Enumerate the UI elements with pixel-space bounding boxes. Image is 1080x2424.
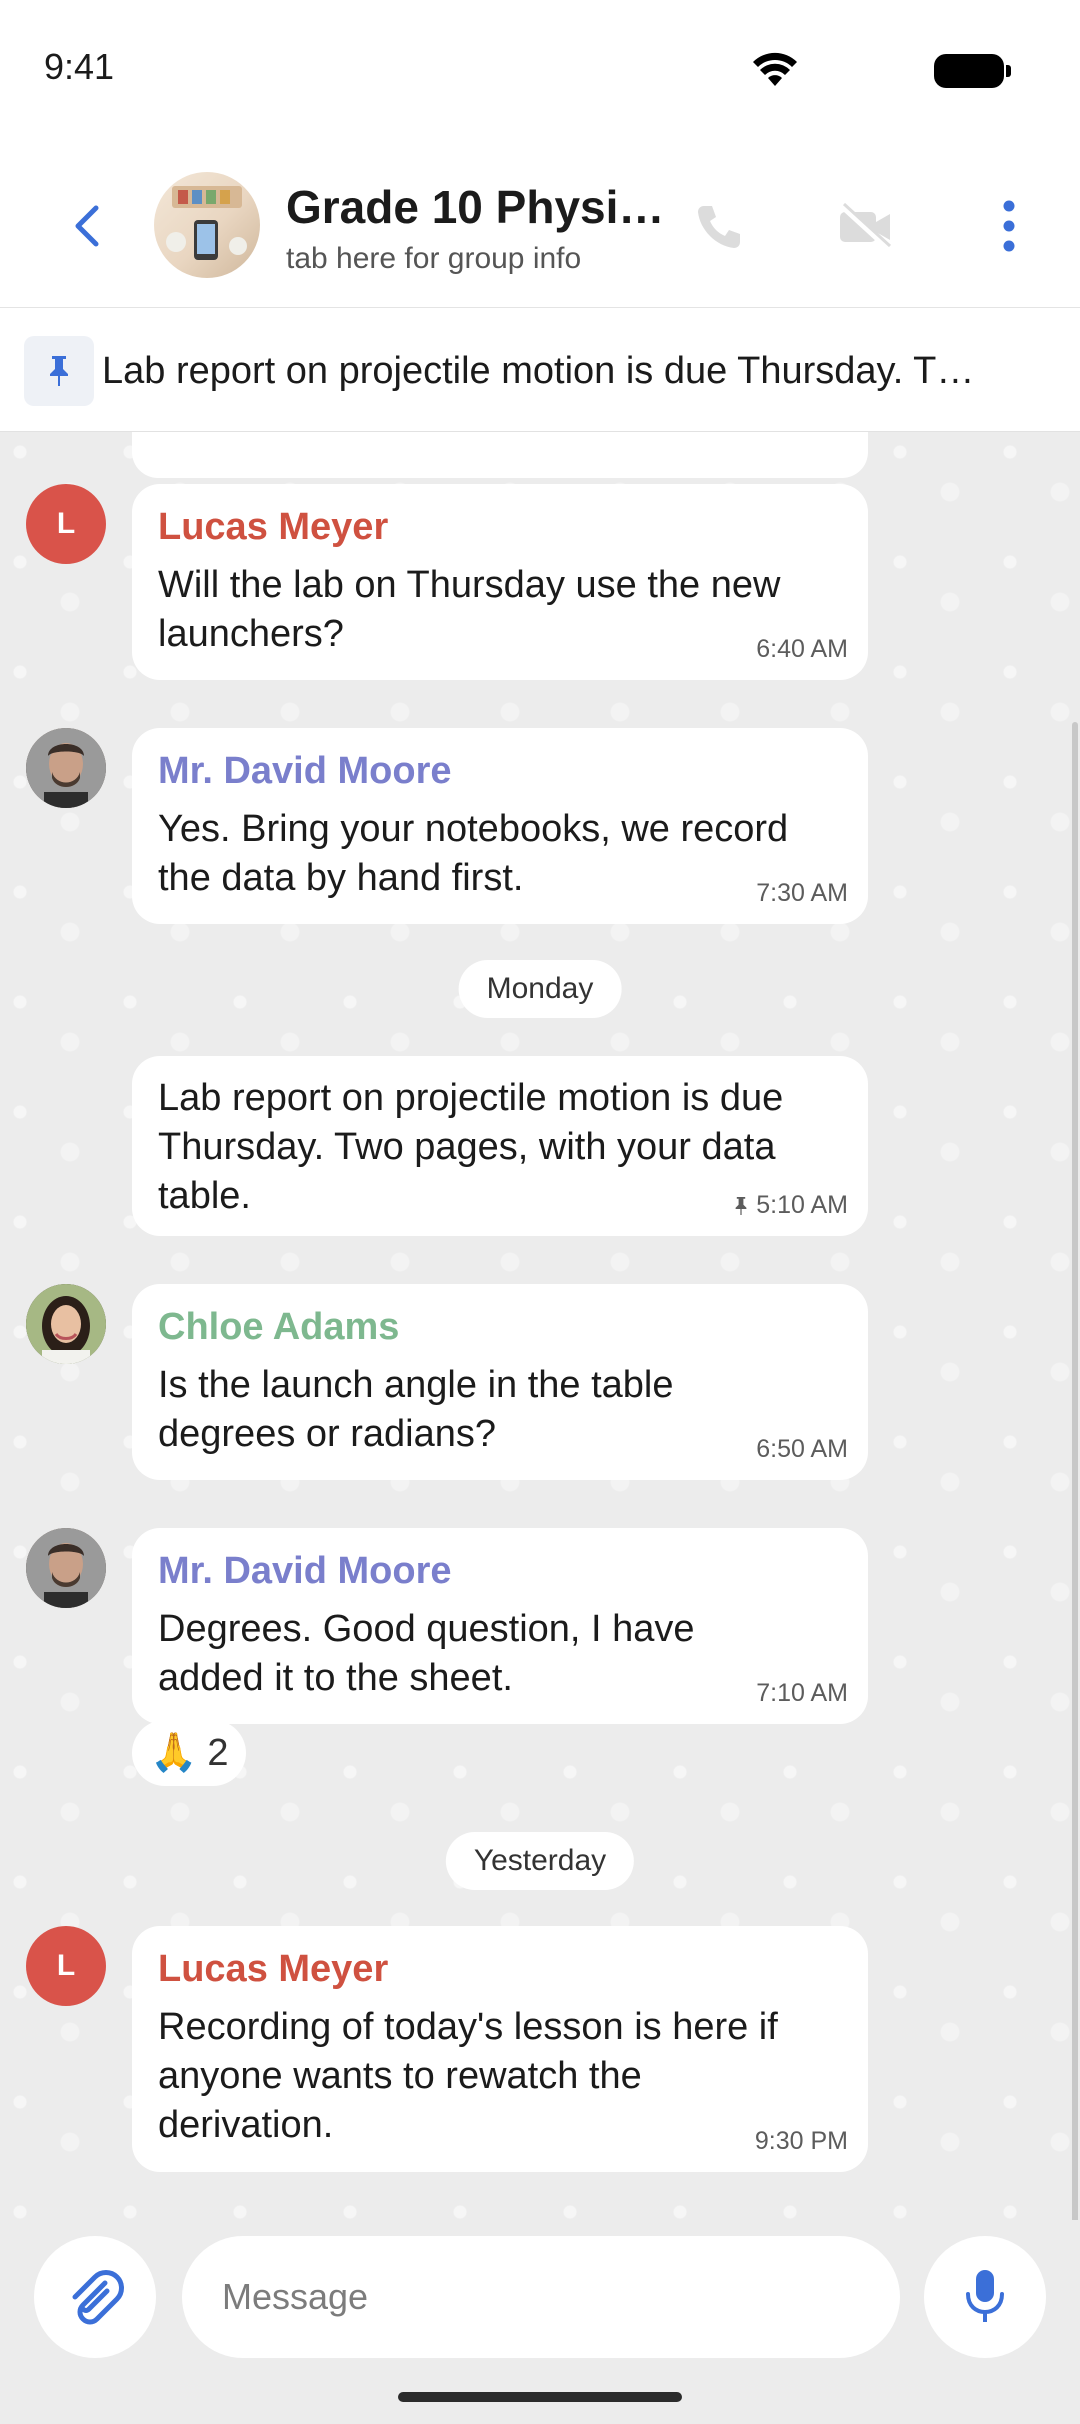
sender-name[interactable]: Mr. David Moore: [158, 1550, 842, 1593]
video-off-icon[interactable]: [836, 202, 894, 252]
avatar[interactable]: [26, 1284, 106, 1364]
scrollbar[interactable]: [1072, 722, 1078, 2220]
phone-icon[interactable]: [694, 202, 744, 252]
back-arrow-icon[interactable]: [60, 198, 116, 254]
status-bar: 9:41: [0, 0, 1080, 140]
reaction-chip[interactable]: 🙏 2: [132, 1720, 247, 1786]
sender-name[interactable]: Lucas Meyer: [158, 506, 842, 549]
time-text: 6:50 AM: [756, 1435, 848, 1463]
person-photo-icon: [26, 728, 106, 808]
group-subtitle[interactable]: tab here for group info: [286, 242, 581, 276]
chat-screen: 9:41 Grade 10 Physi… tab here for group …: [0, 0, 1080, 2424]
sender-name[interactable]: Chloe Adams: [158, 1306, 842, 1349]
message-text: Degrees. Good question, I have added it …: [158, 1608, 695, 1699]
message-bubble[interactable]: Lucas Meyer Will the lab on Thursday use…: [132, 484, 868, 680]
pinned-message-banner[interactable]: Lab report on projectile motion is due T…: [0, 308, 1080, 432]
home-indicator[interactable]: [398, 2392, 682, 2402]
message-text: Lab report on projectile motion is due T…: [158, 1077, 784, 1217]
reaction-count: 2: [207, 1731, 229, 1774]
message-time: 6:50 AM: [756, 1435, 848, 1464]
sender-name[interactable]: Mr. David Moore: [158, 750, 842, 793]
person-photo-icon: [26, 1284, 106, 1364]
avatar[interactable]: L: [26, 484, 106, 564]
paperclip-icon: [72, 2270, 124, 2325]
time-text: 9:30 PM: [754, 2127, 848, 2155]
previous-message-bubble[interactable]: [132, 432, 868, 478]
chat-header[interactable]: Grade 10 Physi… tab here for group info: [0, 140, 1080, 308]
group-avatar[interactable]: [154, 172, 260, 278]
date-separator: Monday: [458, 960, 622, 1018]
group-photo-icon: [166, 186, 247, 260]
time-text: 5:10 AM: [756, 1191, 848, 1219]
message-time: 7:10 AM: [756, 1679, 848, 1708]
time-text: 7:30 AM: [756, 879, 848, 907]
time-text: 6:40 AM: [756, 635, 848, 663]
person-photo-icon: [26, 1528, 106, 1608]
status-time: 9:41: [44, 46, 115, 87]
avatar[interactable]: L: [26, 1926, 106, 2006]
message-text: Yes. Bring your notebooks, we record the…: [158, 808, 789, 899]
chat-messages[interactable]: L Lucas Meyer Will the lab on Thursday u…: [0, 432, 1080, 2220]
battery-icon: [934, 54, 1011, 88]
avatar[interactable]: [26, 1528, 106, 1608]
message-text: Will the lab on Thursday use the new lau…: [158, 564, 781, 655]
message-time: 6:40 AM: [756, 635, 848, 664]
message-text: Recording of today's lesson is here if a…: [158, 2006, 778, 2146]
pin-icon: [50, 356, 68, 386]
message-time: 5:10 AM: [732, 1191, 848, 1220]
message-bubble[interactable]: Lab report on projectile motion is due T…: [132, 1056, 868, 1236]
time-text: 7:10 AM: [756, 1679, 848, 1707]
sender-name[interactable]: Lucas Meyer: [158, 1948, 842, 1991]
group-title[interactable]: Grade 10 Physi…: [286, 180, 666, 234]
avatar[interactable]: [26, 728, 106, 808]
message-bubble[interactable]: Mr. David Moore Degrees. Good question, …: [132, 1528, 868, 1724]
message-time: 9:30 PM: [755, 2127, 848, 2156]
reaction-emoji: 🙏: [150, 1732, 198, 1774]
wifi-icon: [753, 52, 797, 86]
date-separator: Yesterday: [445, 1832, 635, 1890]
message-time: 7:30 AM: [756, 879, 848, 908]
message-input[interactable]: [182, 2236, 900, 2358]
message-text: Is the launch angle in the table degrees…: [158, 1364, 674, 1455]
pinned-message-text[interactable]: Lab report on projectile motion is due T…: [102, 350, 1060, 393]
more-vertical-icon[interactable]: [1000, 198, 1018, 254]
pin-icon-box: [24, 336, 94, 406]
attach-button[interactable]: [34, 2236, 156, 2358]
message-bubble[interactable]: Chloe Adams Is the launch angle in the t…: [132, 1284, 868, 1480]
pin-icon: [735, 1196, 747, 1215]
mic-button[interactable]: [924, 2236, 1046, 2358]
microphone-icon: [966, 2270, 1004, 2322]
message-bubble[interactable]: Mr. David Moore Yes. Bring your notebook…: [132, 728, 868, 924]
message-bubble[interactable]: Lucas Meyer Recording of today's lesson …: [132, 1926, 868, 2172]
message-composer: [0, 2220, 1080, 2424]
